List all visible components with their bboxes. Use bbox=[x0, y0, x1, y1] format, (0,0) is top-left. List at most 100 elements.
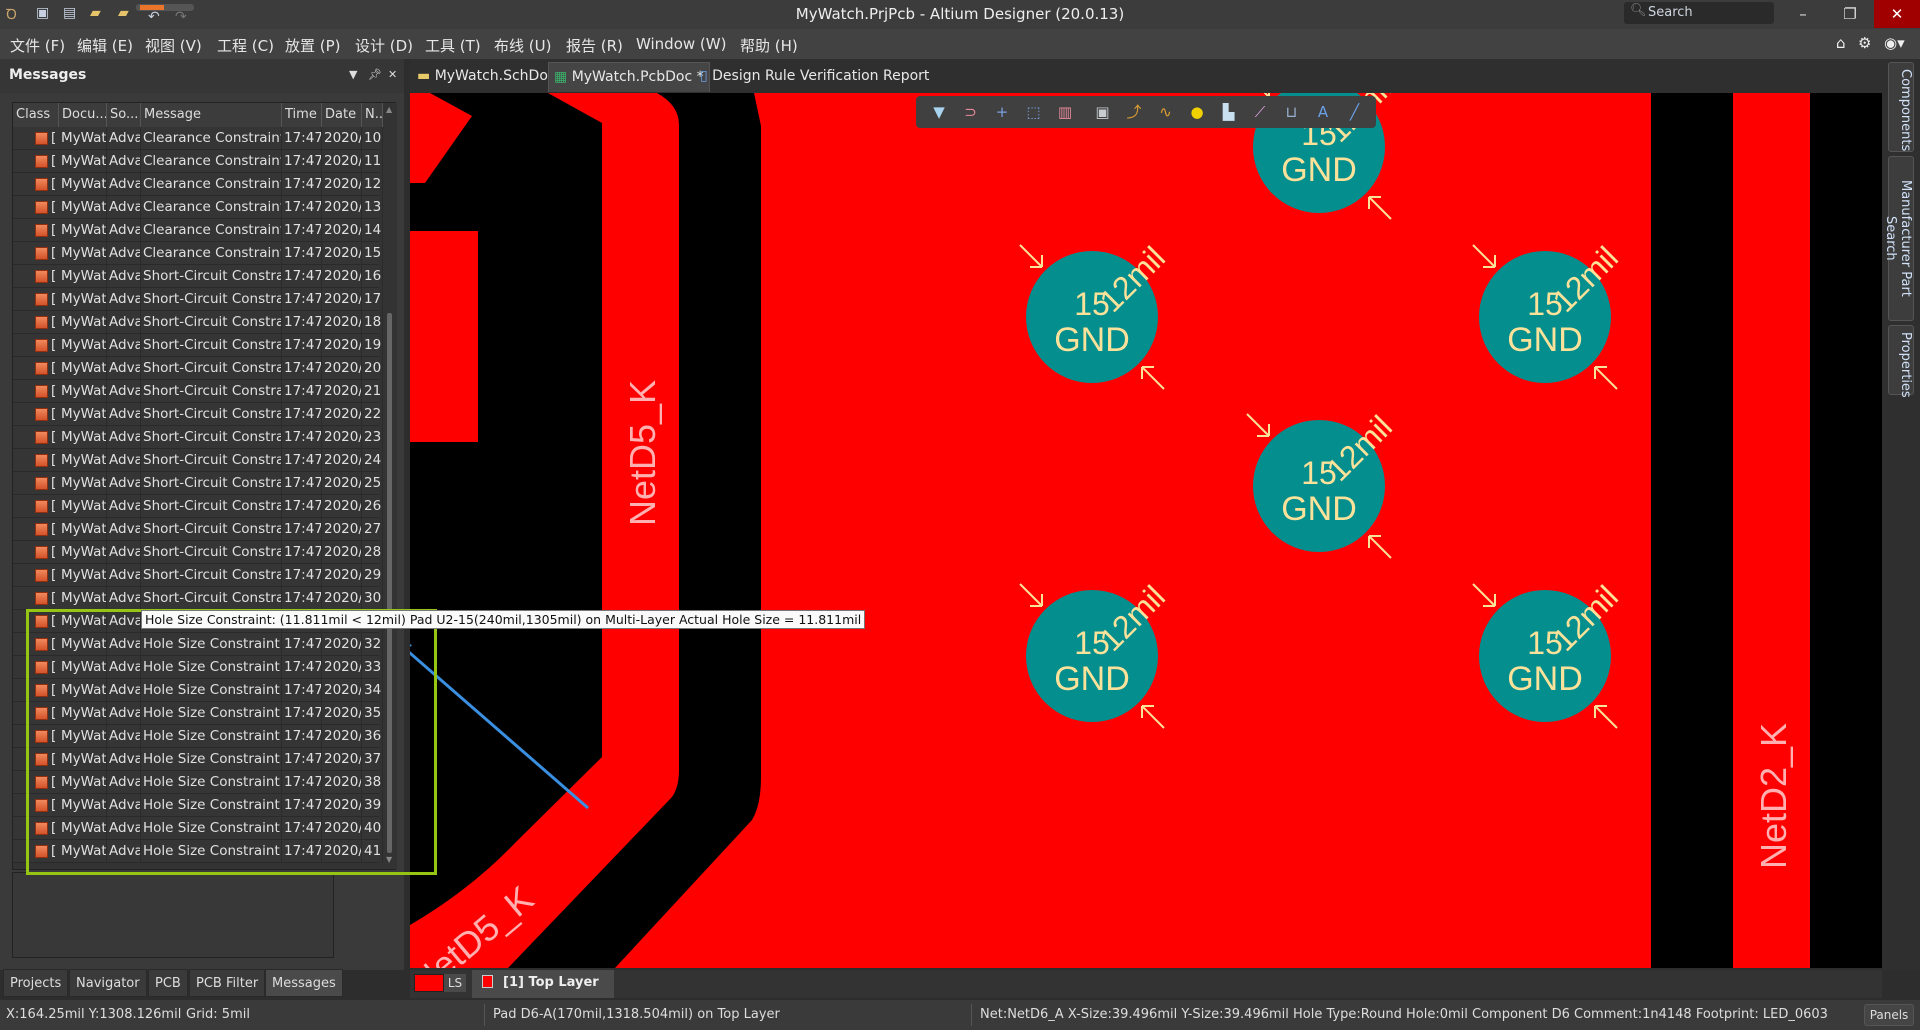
message-row[interactable]: [MyWatAdvaClearance Constraint: (17:47:2… bbox=[13, 173, 383, 196]
minimize-button[interactable]: – bbox=[1780, 0, 1826, 28]
cell-class: [ bbox=[51, 176, 57, 192]
magnet-icon[interactable]: ⊃ bbox=[960, 101, 982, 123]
panel-menu-icon[interactable]: ▼ bbox=[349, 68, 357, 81]
grid-size: Grid: 5mil bbox=[186, 1007, 250, 1022]
menu-view[interactable]: 视图 (V) bbox=[145, 35, 202, 56]
cell-time: 17:47: bbox=[284, 288, 322, 311]
dimension-icon[interactable]: ⊔ bbox=[1281, 101, 1303, 123]
message-row[interactable]: [MyWatAdvaShort-Circuit Constrair17:47:2… bbox=[13, 403, 383, 426]
column-header-number[interactable]: N.. bbox=[362, 103, 383, 127]
menu-window[interactable]: Window (W) bbox=[636, 35, 726, 53]
pin-icon[interactable]: 📌︎ bbox=[368, 68, 382, 81]
panel-tab-pcb[interactable]: PCB bbox=[148, 969, 188, 997]
cell-source: Adva bbox=[109, 403, 141, 426]
cell-source: Adva bbox=[109, 518, 141, 541]
component-icon[interactable]: ▣ bbox=[1092, 101, 1114, 123]
column-header-date[interactable]: Date bbox=[322, 103, 362, 127]
violation-icon bbox=[35, 270, 48, 283]
right-tab-manufacturer-part-search[interactable]: Manufacturer Part Search bbox=[1883, 156, 1914, 321]
message-row[interactable]: [MyWatAdvaClearance Constraint: (17:47:2… bbox=[13, 127, 383, 150]
interactive-route-icon[interactable]: ⟋ bbox=[1249, 101, 1271, 123]
cell-message: Short-Circuit Constrair bbox=[143, 334, 282, 357]
menu-tools[interactable]: 工具 (T) bbox=[425, 35, 481, 56]
column-header-source[interactable]: So... bbox=[107, 103, 141, 127]
close-panel-icon[interactable]: ✕ bbox=[388, 68, 397, 81]
message-row[interactable]: [MyWatAdvaShort-Circuit Constrair17:47:2… bbox=[13, 311, 383, 334]
message-row[interactable]: [MyWatAdvaClearance Constraint: (17:47:2… bbox=[13, 242, 383, 265]
panel-tab-navigator[interactable]: Navigator bbox=[69, 969, 147, 997]
home-icon[interactable]: ⌂ bbox=[1836, 34, 1846, 52]
message-row[interactable]: [MyWatAdvaShort-Circuit Constrair17:47:2… bbox=[13, 472, 383, 495]
menu-place[interactable]: 放置 (P) bbox=[285, 35, 341, 56]
gear-icon[interactable]: ⚙ bbox=[1858, 34, 1871, 52]
cell-number: 10 bbox=[364, 127, 383, 150]
message-row[interactable]: [MyWatAdvaClearance Constraint: (17:47:2… bbox=[13, 196, 383, 219]
cell-source: Adva bbox=[109, 265, 141, 288]
user-account-icon[interactable]: ◉▾ bbox=[1884, 34, 1905, 52]
menu-project[interactable]: 工程 (C) bbox=[217, 35, 274, 56]
search-input[interactable]: 🔍︎ Search bbox=[1624, 2, 1774, 24]
document-tabs: ▬ MyWatch.SchDoc ▦ MyWatch.PcbDoc * ▯ De… bbox=[410, 59, 1882, 93]
text-icon[interactable]: A bbox=[1312, 101, 1334, 123]
message-row[interactable]: [MyWatAdvaShort-Circuit Constrair17:47:2… bbox=[13, 380, 383, 403]
scroll-up-icon[interactable]: ▲ bbox=[386, 105, 392, 114]
message-row[interactable]: [MyWatAdvaShort-Circuit Constrair17:47:2… bbox=[13, 564, 383, 587]
message-row[interactable]: [MyWatAdvaShort-Circuit Constrair17:47:2… bbox=[13, 518, 383, 541]
column-header-time[interactable]: Time bbox=[282, 103, 322, 127]
right-tab-properties[interactable]: Properties bbox=[1888, 325, 1914, 398]
cell-source: Adva bbox=[109, 150, 141, 173]
layer-tab-top[interactable]: [1] Top Layer bbox=[472, 970, 614, 998]
message-row[interactable]: [MyWatAdvaShort-Circuit Constrair17:47:2… bbox=[13, 334, 383, 357]
align-icon[interactable]: ▥ bbox=[1054, 101, 1076, 123]
copper-pour[interactable] bbox=[615, 93, 1651, 968]
message-row[interactable]: [MyWatAdvaShort-Circuit Constrair17:47:2… bbox=[13, 495, 383, 518]
message-row[interactable]: [MyWatAdvaShort-Circuit Constrair17:47:2… bbox=[13, 288, 383, 311]
pcb-drawing[interactable]: NetD5_K NetD5_K NetD2_K 15GND12mil15GND1… bbox=[392, 69, 1882, 1003]
message-row[interactable]: [MyWatAdvaShort-Circuit Constrair17:47:2… bbox=[13, 587, 383, 610]
column-header-class[interactable]: Class bbox=[13, 103, 59, 127]
tab-drc-report[interactable]: ▯ Design Rule Verification Report bbox=[695, 62, 934, 92]
message-row[interactable]: [MyWatAdvaClearance Constraint: (17:47:2… bbox=[13, 150, 383, 173]
menu-file[interactable]: 文件 (F) bbox=[10, 35, 65, 56]
line-icon[interactable]: ╱ bbox=[1344, 101, 1366, 123]
restore-button[interactable]: ❐ bbox=[1827, 0, 1873, 28]
message-row[interactable]: [MyWatAdvaShort-Circuit Constrair17:47:2… bbox=[13, 265, 383, 288]
panel-tab-projects[interactable]: Projects bbox=[3, 969, 69, 997]
cell-number: 30 bbox=[364, 587, 383, 610]
message-row[interactable]: [MyWatAdvaShort-Circuit Constrair17:47:2… bbox=[13, 541, 383, 564]
message-row[interactable]: [MyWatAdvaShort-Circuit Constrair17:47:2… bbox=[13, 357, 383, 380]
pcb-canvas[interactable]: NetD5_K NetD5_K NetD2_K 15GND12mil15GND1… bbox=[392, 69, 1882, 1003]
cell-document: MyWat bbox=[61, 449, 107, 472]
message-row[interactable]: [MyWatAdvaClearance Constraint: (17:47:2… bbox=[13, 219, 383, 242]
diff-pair-icon[interactable]: ∿ bbox=[1155, 101, 1177, 123]
menu-route[interactable]: 布线 (U) bbox=[494, 35, 551, 56]
cell-message: Clearance Constraint: ( bbox=[143, 219, 282, 242]
filter-icon[interactable]: ▼ bbox=[928, 101, 950, 123]
column-header-document[interactable]: Docu... bbox=[59, 103, 107, 127]
right-tab-components[interactable]: Components bbox=[1888, 62, 1914, 152]
panels-button[interactable]: Panels bbox=[1864, 1004, 1914, 1026]
tab-pcbdoc[interactable]: ▦ MyWatch.PcbDoc * bbox=[548, 62, 710, 92]
current-layer-swatch[interactable] bbox=[414, 974, 444, 992]
cell-message: Short-Circuit Constrair bbox=[143, 288, 282, 311]
crosshair-icon[interactable]: + bbox=[991, 101, 1013, 123]
message-row[interactable]: [MyWatAdvaShort-Circuit Constrair17:47:2… bbox=[13, 449, 383, 472]
violation-icon bbox=[35, 155, 48, 168]
violation-icon bbox=[35, 408, 48, 421]
panel-tab-messages[interactable]: Messages bbox=[265, 969, 343, 997]
route-icon[interactable]: ⤴ bbox=[1123, 101, 1145, 123]
fill-icon[interactable]: ▙ bbox=[1218, 101, 1240, 123]
menu-edit[interactable]: 编辑 (E) bbox=[77, 35, 133, 56]
column-header-message[interactable]: Message bbox=[141, 103, 282, 127]
panel-tab-pcb-filter[interactable]: PCB Filter bbox=[189, 969, 266, 997]
layer-set-button[interactable]: LS bbox=[444, 974, 466, 992]
message-row[interactable]: [MyWatAdvaShort-Circuit Constrair17:47:2… bbox=[13, 426, 383, 449]
menu-design[interactable]: 设计 (D) bbox=[355, 35, 413, 56]
copper-pad-rect[interactable] bbox=[410, 231, 478, 442]
via-icon[interactable]: ● bbox=[1186, 101, 1208, 123]
close-button[interactable]: ✕ bbox=[1874, 0, 1920, 28]
tab-schdoc[interactable]: ▬ MyWatch.SchDoc bbox=[412, 62, 561, 92]
select-rect-icon[interactable]: ⬚ bbox=[1023, 101, 1045, 123]
menu-reports[interactable]: 报告 (R) bbox=[566, 35, 623, 56]
menu-help[interactable]: 帮助 (H) bbox=[740, 35, 798, 56]
